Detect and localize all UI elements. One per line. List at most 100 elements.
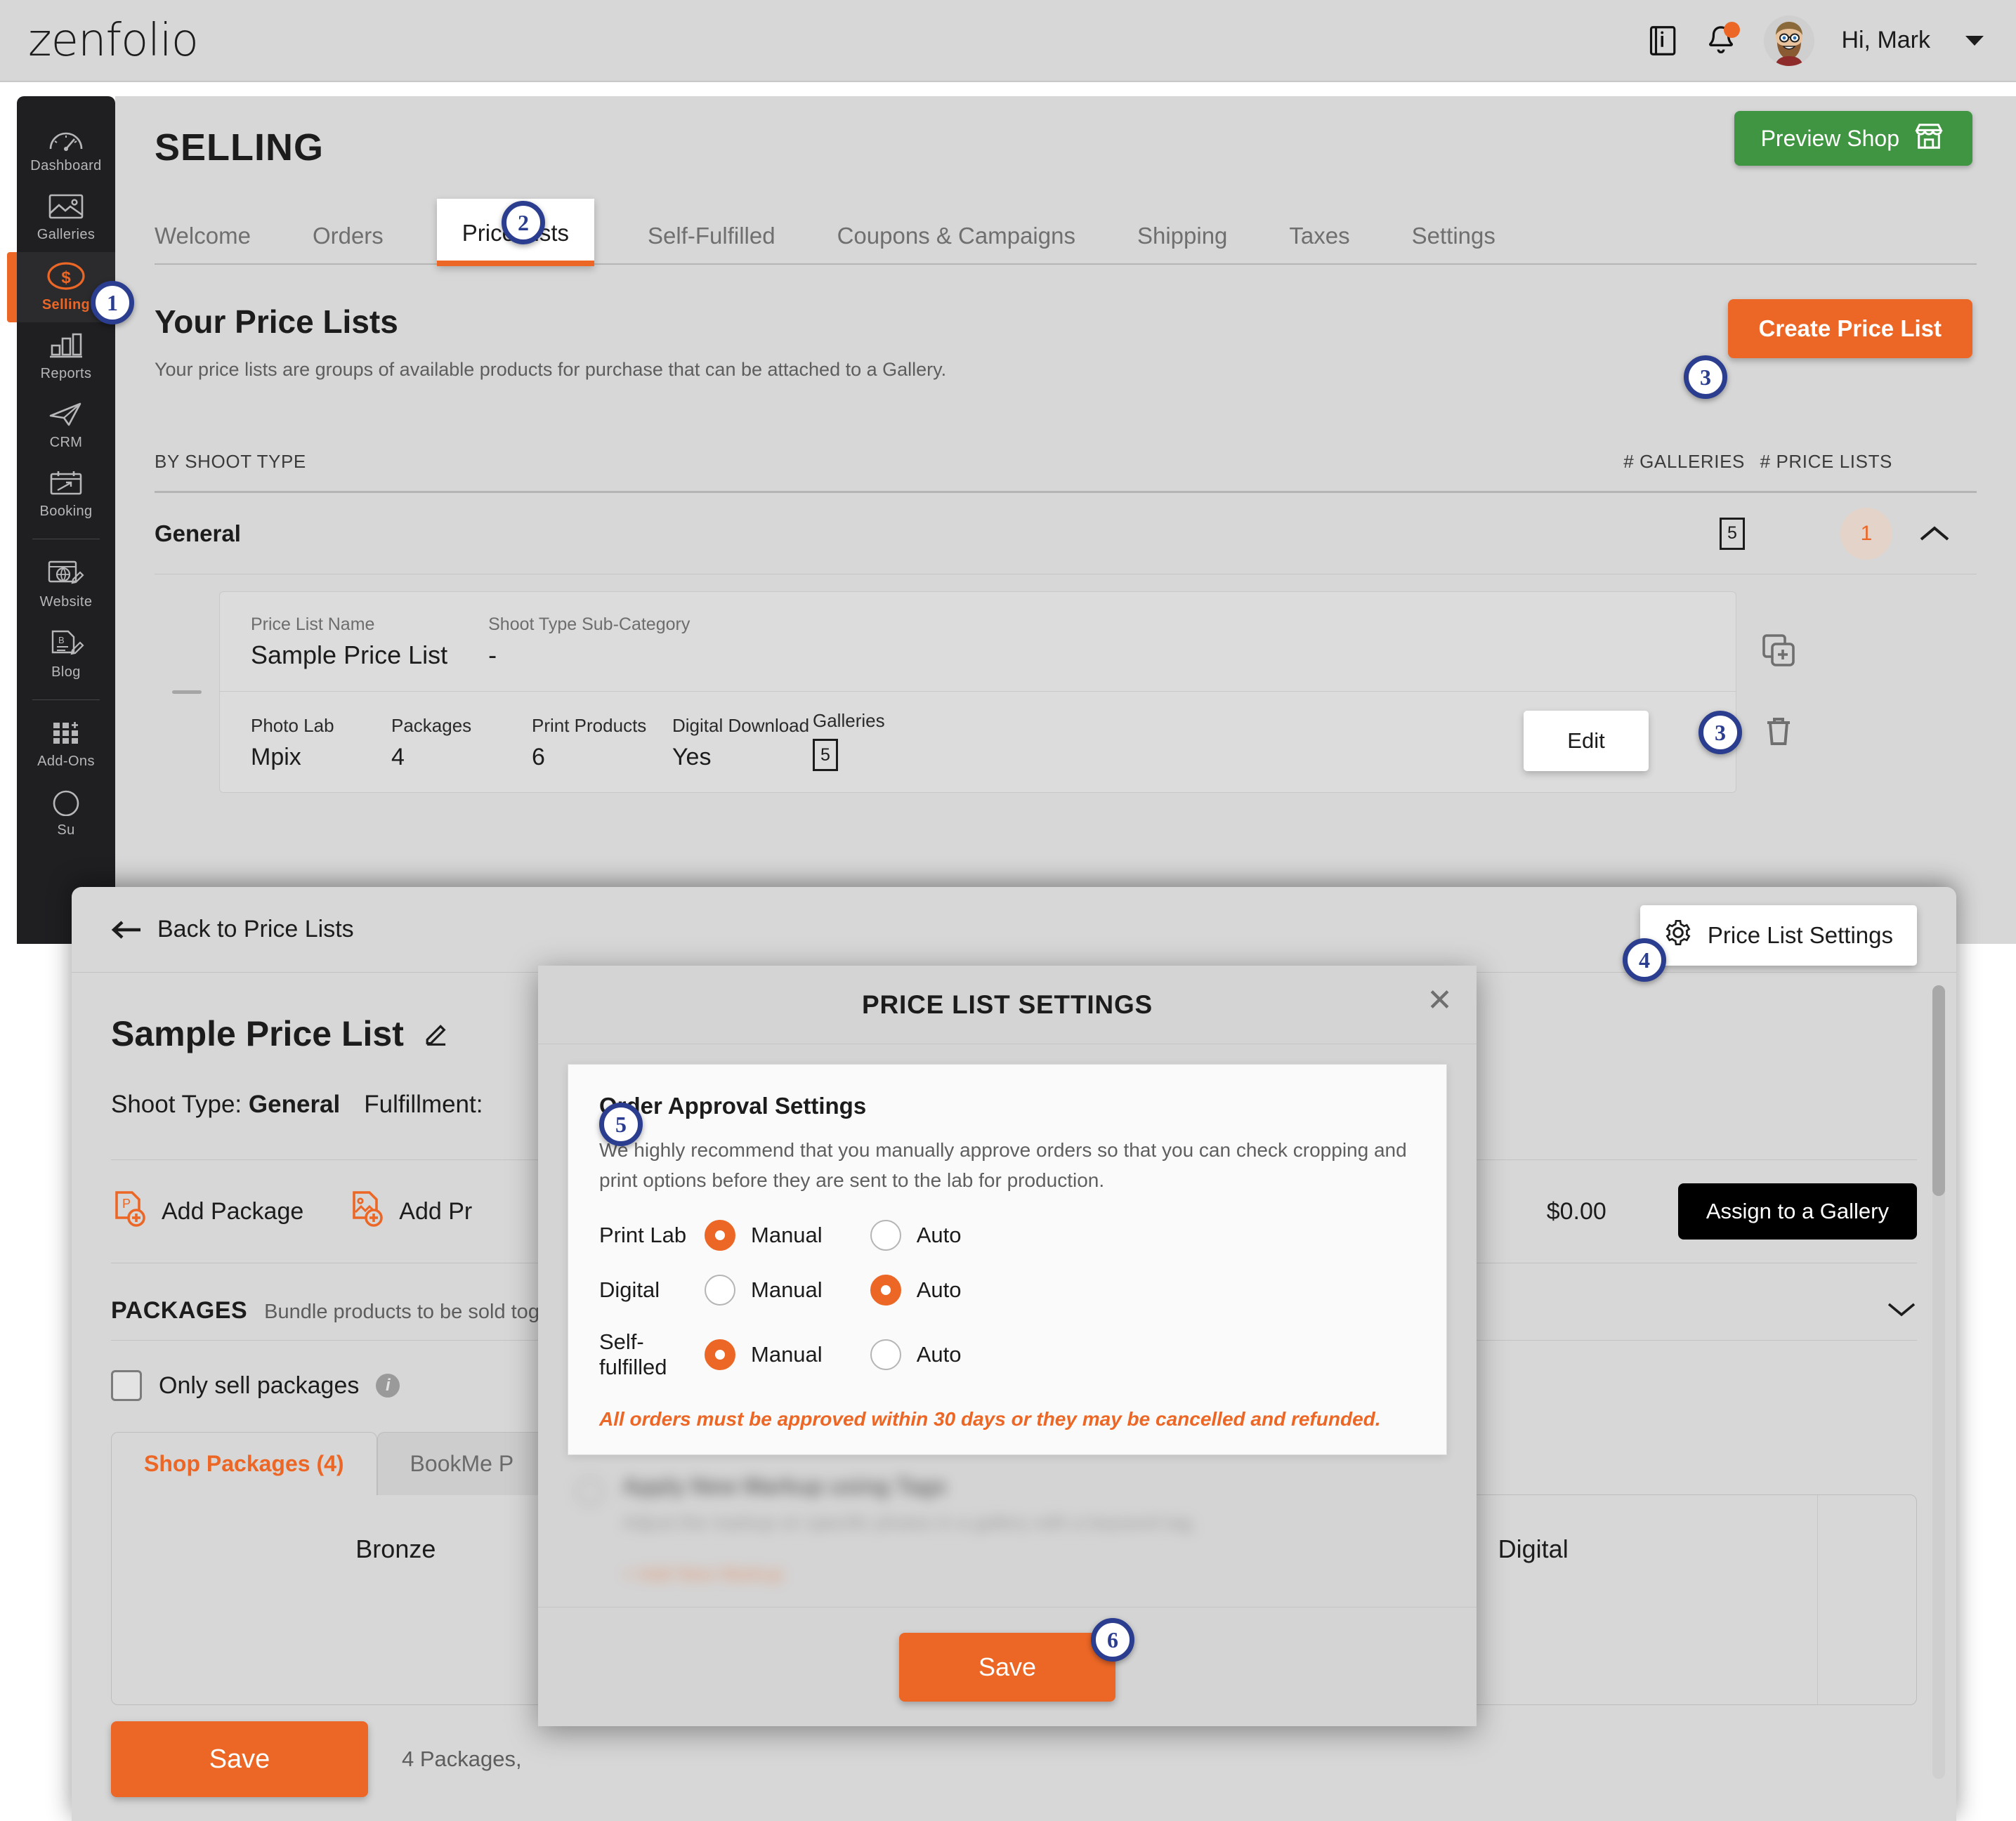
create-price-list-button[interactable]: Create Price List: [1727, 299, 1972, 358]
fulfillment-meta-label: Fulfillment:: [364, 1091, 483, 1118]
user-avatar[interactable]: [1764, 15, 1815, 66]
shoot-subcategory-label: Shoot Type Sub-Category: [488, 614, 690, 634]
arrow-left-icon: [111, 920, 140, 939]
edit-price-list-button[interactable]: Edit: [1524, 711, 1649, 771]
info-icon[interactable]: i: [376, 1374, 400, 1398]
sidebar-item-label: Reports: [40, 366, 92, 381]
price-lists-table-header: BY SHOOT TYPE # GALLERIES # PRICE LISTS: [155, 451, 1977, 493]
order-approval-description: We highly recommend that you manually ap…: [599, 1139, 1407, 1192]
editor-scrollbar-thumb[interactable]: [1932, 985, 1945, 1196]
pencil-icon[interactable]: [424, 1019, 450, 1049]
book-info-icon[interactable]: [1649, 25, 1678, 57]
shoot-type-group-row[interactable]: General 5 1: [155, 493, 1977, 574]
sidebar-item-label: Su: [57, 822, 75, 838]
storefront-icon: [1912, 121, 1946, 156]
editor-scrollbar[interactable]: [1932, 985, 1945, 1779]
add-new-markup-link[interactable]: + Add New Markup: [622, 1563, 1197, 1585]
svg-text:B: B: [58, 635, 65, 645]
sidebar-divider: [32, 699, 100, 700]
approval-radio-group: Manual Auto: [705, 1339, 993, 1370]
preview-shop-button[interactable]: Preview Shop: [1734, 111, 1972, 166]
notification-dot: [1724, 21, 1741, 38]
column-header-galleries: # GALLERIES: [1623, 451, 1745, 472]
sidebar-item-dashboard[interactable]: Dashboard: [17, 116, 115, 183]
callout-badge-2: 2: [502, 201, 545, 244]
radio-digital-auto[interactable]: [870, 1274, 901, 1306]
radio-print-lab-manual[interactable]: [705, 1219, 735, 1251]
add-product-button[interactable]: Add Pr: [348, 1190, 472, 1234]
section-title: Your Price Lists: [155, 303, 398, 340]
apply-markup-checkbox[interactable]: [576, 1477, 604, 1506]
back-to-price-lists-link[interactable]: Back to Price Lists: [111, 916, 354, 943]
modal-header: PRICE LIST SETTINGS ✕: [538, 966, 1477, 1044]
radio-print-lab-auto[interactable]: [870, 1219, 901, 1251]
sidebar-item-label: Dashboard: [30, 158, 102, 173]
photo-lab-label: Photo Lab: [251, 715, 334, 736]
price-list-row-actions: [1736, 632, 1821, 753]
dollar-circle-icon: $: [46, 261, 86, 291]
svg-text:$: $: [61, 268, 71, 287]
zenfolio-logo[interactable]: zenfolio: [28, 15, 199, 67]
price-lists-count-cell: 1: [1745, 507, 1892, 560]
tab-welcome[interactable]: Welcome: [155, 223, 282, 263]
calendar-arrow-icon: [48, 469, 84, 497]
approval-row-label: Digital: [599, 1277, 660, 1302]
column-header-price-lists: # PRICE LISTS: [1760, 451, 1892, 472]
modal-save-button[interactable]: Save: [899, 1632, 1115, 1702]
sidebar-item-website[interactable]: Website: [17, 549, 115, 619]
radio-label-manual: Manual: [751, 1277, 823, 1302]
radio-self-fulfilled-auto[interactable]: [870, 1339, 901, 1370]
modal-footer: Save: [538, 1607, 1477, 1726]
sidebar-item-label: CRM: [49, 435, 83, 450]
tab-shipping[interactable]: Shipping: [1106, 223, 1258, 263]
price-list-settings-button[interactable]: Price List Settings: [1639, 905, 1917, 966]
bell-icon[interactable]: [1705, 21, 1741, 58]
sidebar-item-support[interactable]: Su: [17, 779, 115, 848]
tab-self-fulfilled[interactable]: Self-Fulfilled: [617, 223, 806, 263]
only-sell-packages-checkbox[interactable]: [111, 1370, 142, 1401]
editor-save-button[interactable]: Save: [111, 1721, 368, 1797]
radio-label-auto: Auto: [916, 1222, 962, 1247]
gear-icon: [1664, 919, 1692, 952]
shoot-subcategory-value: -: [488, 640, 497, 669]
radio-digital-manual[interactable]: [705, 1274, 735, 1306]
back-link-label: Back to Price Lists: [157, 916, 354, 942]
tab-coupons-campaigns[interactable]: Coupons & Campaigns: [806, 223, 1106, 263]
packages-collapse-chevron-down-icon[interactable]: [1886, 1300, 1917, 1324]
sidebar-item-reports[interactable]: Reports: [17, 322, 115, 391]
sidebar-item-label: Blog: [51, 664, 81, 680]
tab-settings[interactable]: Settings: [1381, 223, 1526, 263]
radio-label-manual: Manual: [751, 1341, 823, 1367]
sidebar-item-blog[interactable]: B Blog: [17, 619, 115, 690]
sidebar-item-booking[interactable]: Booking: [17, 460, 115, 529]
collapse-group-chevron-up-icon[interactable]: [1892, 524, 1977, 544]
approval-radio-group: Manual Auto: [705, 1219, 993, 1251]
sidebar-item-label: Booking: [39, 504, 93, 519]
tab-shop-packages[interactable]: Shop Packages (4): [111, 1432, 377, 1495]
sidebar-item-galleries[interactable]: Galleries: [17, 183, 115, 252]
sidebar-item-crm[interactable]: CRM: [17, 391, 115, 460]
tab-orders[interactable]: Orders: [282, 223, 414, 263]
close-icon[interactable]: ✕: [1427, 985, 1453, 1016]
sidebar-item-add-ons[interactable]: Add-Ons: [17, 710, 115, 779]
shoot-type-meta: Shoot Type: General: [111, 1091, 340, 1119]
chevron-down-icon[interactable]: [1965, 35, 1984, 46]
trash-icon[interactable]: [1762, 713, 1795, 753]
package-card[interactable]: [1818, 1495, 1916, 1704]
callout-badge-3-create: 3: [1684, 355, 1727, 399]
approval-row-self-fulfilled: Self-fulfilled Manual Auto: [599, 1329, 1415, 1380]
user-greeting[interactable]: Hi, Mark: [1841, 27, 1930, 54]
radio-self-fulfilled-manual[interactable]: [705, 1339, 735, 1370]
radio-label-manual: Manual: [751, 1222, 823, 1247]
price-list-row-wrap: Price List Name Sample Price List Shoot …: [155, 591, 1977, 793]
tab-bookme-packages[interactable]: BookMe P: [377, 1432, 547, 1495]
add-package-button[interactable]: P Add Package: [111, 1190, 303, 1234]
drag-handle[interactable]: [155, 690, 219, 694]
blog-pencil-icon: B: [47, 629, 85, 658]
tab-taxes[interactable]: Taxes: [1258, 223, 1380, 263]
duplicate-icon[interactable]: [1760, 632, 1797, 672]
order-approval-settings-card: Order Approval Settings We highly recomm…: [568, 1064, 1447, 1455]
assign-to-gallery-button[interactable]: Assign to a Gallery: [1677, 1183, 1917, 1240]
callout-badge-3-edit: 3: [1698, 711, 1742, 754]
topbar-right-group: Hi, Mark: [1649, 15, 1984, 66]
